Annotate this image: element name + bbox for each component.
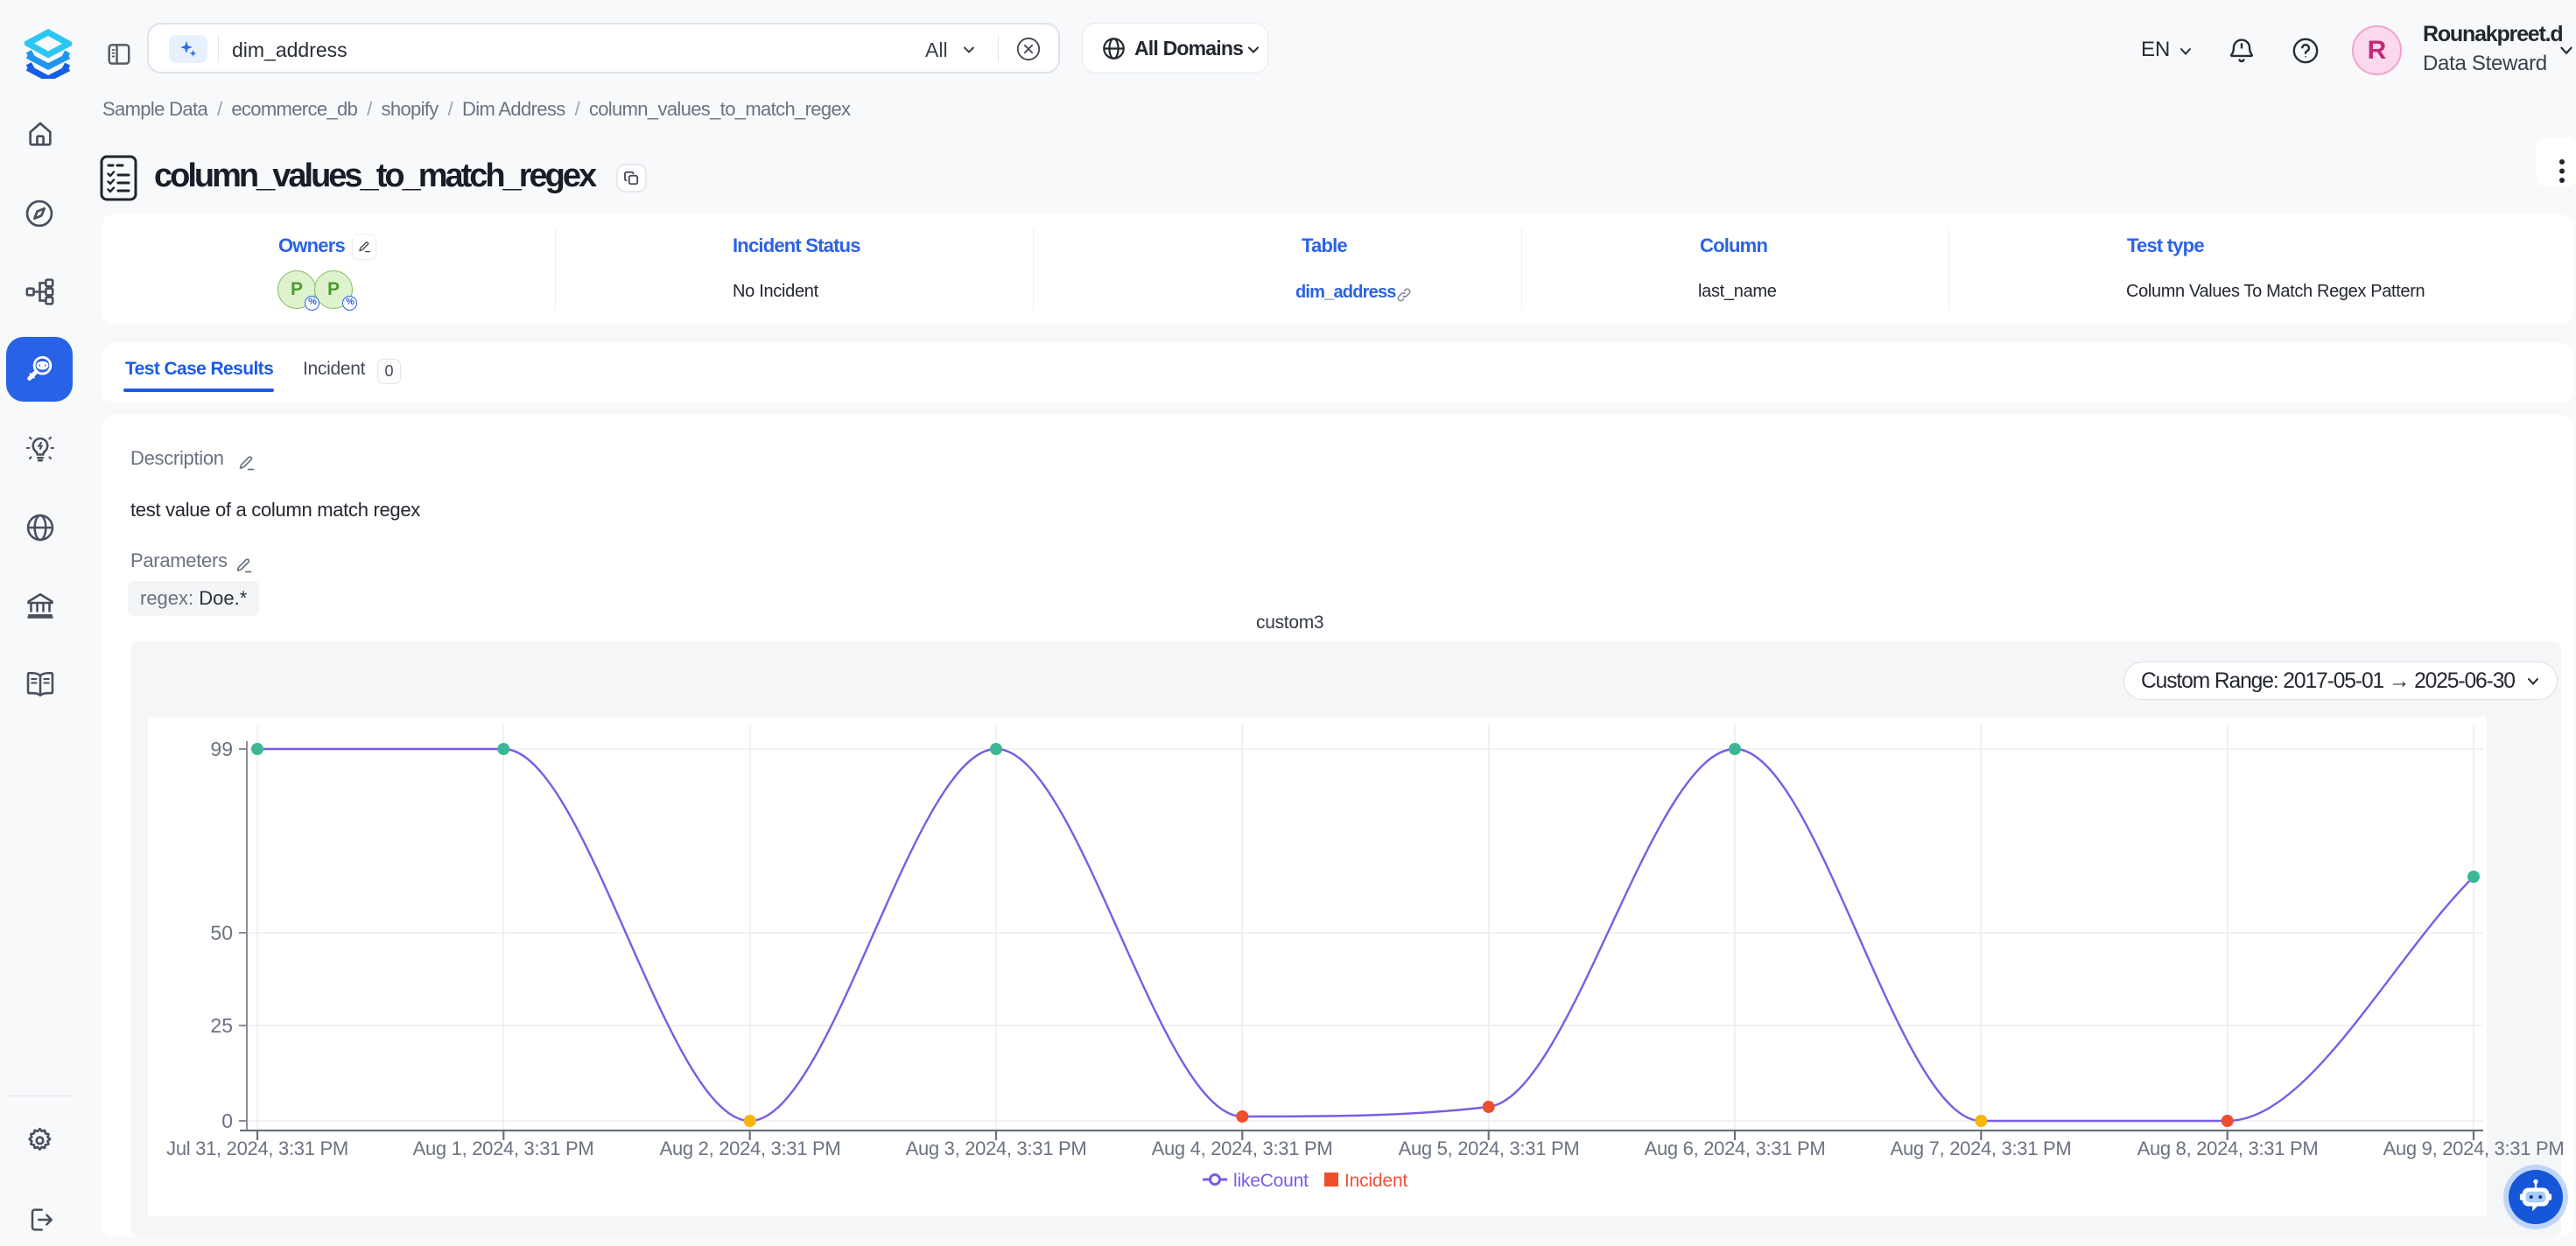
svg-text:Aug 5, 2024, 3:31 PM: Aug 5, 2024, 3:31 PM	[1399, 1138, 1580, 1159]
svg-text:Incident: Incident	[1344, 1171, 1407, 1191]
svg-text:Aug 6, 2024, 3:31 PM: Aug 6, 2024, 3:31 PM	[1645, 1138, 1826, 1159]
svg-text:Aug 9, 2024, 3:31 PM: Aug 9, 2024, 3:31 PM	[2383, 1138, 2565, 1159]
svg-text:Jul 31, 2024, 3:31 PM: Jul 31, 2024, 3:31 PM	[166, 1138, 348, 1159]
svg-text:Aug 7, 2024, 3:31 PM: Aug 7, 2024, 3:31 PM	[1891, 1138, 2072, 1159]
svg-text:25: 25	[210, 1014, 233, 1037]
svg-text:Aug 4, 2024, 3:31 PM: Aug 4, 2024, 3:31 PM	[1152, 1138, 1333, 1159]
svg-text:Aug 1, 2024, 3:31 PM: Aug 1, 2024, 3:31 PM	[413, 1138, 594, 1159]
svg-text:Aug 8, 2024, 3:31 PM: Aug 8, 2024, 3:31 PM	[2137, 1138, 2319, 1159]
svg-text:likeCount: likeCount	[1233, 1171, 1309, 1191]
svg-text:50: 50	[210, 921, 233, 944]
svg-text:Aug 3, 2024, 3:31 PM: Aug 3, 2024, 3:31 PM	[906, 1138, 1087, 1159]
svg-text:99: 99	[210, 738, 233, 760]
svg-text:0: 0	[221, 1110, 233, 1132]
svg-text:Aug 2, 2024, 3:31 PM: Aug 2, 2024, 3:31 PM	[660, 1138, 841, 1159]
